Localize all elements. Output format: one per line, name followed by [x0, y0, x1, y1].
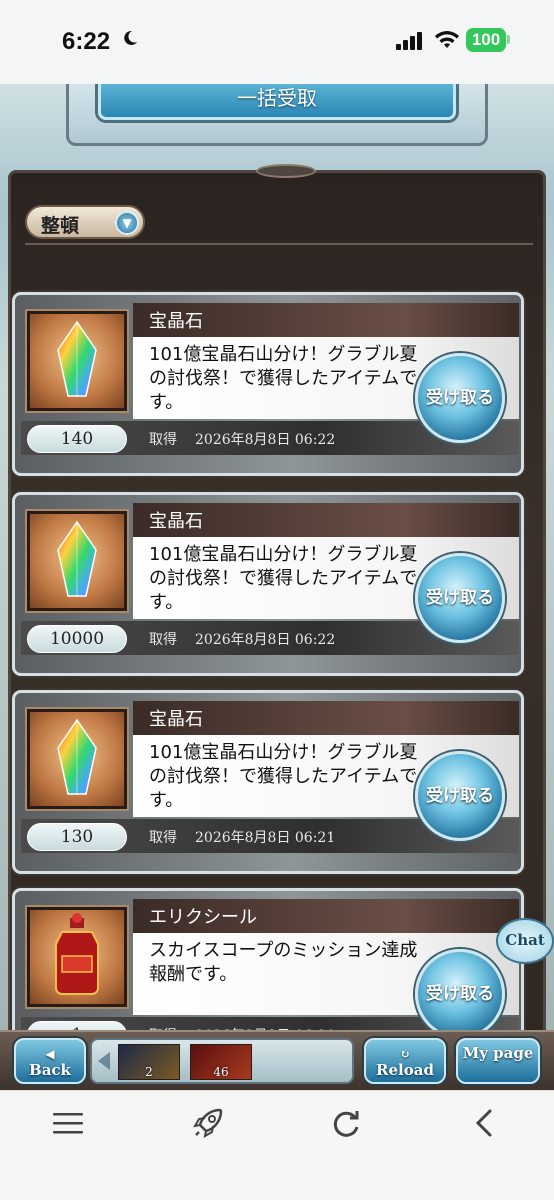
item-description: スカイスコープのミッション達成報酬です。	[149, 940, 418, 985]
receive-button[interactable]: 受け取る	[415, 949, 505, 1039]
reload-icon: ↻	[399, 1047, 411, 1061]
game-view: 一括受取 整頓 ▼ 宝晶石 101億宝晶石山分け！グラブル夏の討伐祭！で獲得した…	[0, 84, 554, 1090]
reload-label: Reload	[376, 1061, 434, 1079]
divider	[25, 243, 533, 245]
obtained-timestamp: 2026年8月8日 06:21	[195, 830, 336, 846]
obtained-timestamp: 2026年8月8日 06:22	[195, 432, 336, 448]
item-description: 101億宝晶石山分け！グラブル夏の討伐祭！で獲得したアイテムです。	[149, 344, 418, 413]
chat-button[interactable]: Chat	[496, 918, 554, 964]
crystal-icon	[27, 511, 127, 611]
present-item-card: 宝晶石 101億宝晶石山分け！グラブル夏の討伐祭！で獲得したアイテムです。 10…	[12, 492, 524, 676]
status-bar: 6:22 100	[0, 0, 554, 84]
elixir-bottle-icon	[27, 907, 127, 1007]
browser-toolbar	[0, 1090, 554, 1200]
refresh-icon[interactable]	[328, 1105, 364, 1141]
tray-item-count: 46	[213, 1065, 229, 1079]
summon-item-icon[interactable]: 2	[118, 1044, 180, 1080]
obtained-timestamp: 2026年8月8日 06:22	[195, 632, 336, 648]
crystal-icon	[27, 709, 127, 809]
receive-button[interactable]: 受け取る	[415, 553, 505, 643]
item-quantity: 130	[27, 823, 127, 851]
game-nav-bar: ◀ Back 2 46 ↻ Reload My page	[0, 1030, 554, 1090]
obtained-label: 取得	[149, 632, 177, 648]
item-name: 宝晶石	[149, 709, 203, 730]
obtained-label: 取得	[149, 830, 177, 846]
tray-item-count: 2	[145, 1065, 153, 1079]
item-quantity: 10000	[27, 625, 127, 653]
sort-button[interactable]: 整頓 ▼	[25, 205, 145, 239]
battery-tip	[507, 35, 510, 44]
rocket-icon[interactable]	[190, 1105, 226, 1141]
event-item-icon[interactable]: 46	[190, 1044, 252, 1080]
battery-indicator: 100	[466, 28, 506, 52]
back-label: Back	[29, 1061, 71, 1079]
moon-icon	[124, 30, 137, 45]
mypage-label: My page	[462, 1044, 534, 1062]
item-tray: 2 46	[90, 1038, 354, 1084]
mypage-button[interactable]: My page	[456, 1038, 540, 1084]
back-arrow-icon: ◀	[45, 1047, 55, 1061]
back-chevron-icon[interactable]	[466, 1105, 502, 1141]
frame-ornament	[256, 164, 316, 178]
present-item-card: 宝晶石 101億宝晶石山分け！グラブル夏の討伐祭！で獲得したアイテムです。 13…	[12, 690, 524, 874]
receive-button[interactable]: 受け取る	[415, 751, 505, 841]
back-button[interactable]: ◀ Back	[14, 1038, 86, 1084]
sort-label: 整頓	[41, 215, 80, 237]
tray-left-arrow-icon[interactable]	[98, 1052, 110, 1070]
crystal-icon	[27, 311, 127, 411]
cellular-signal-icon	[396, 32, 422, 50]
item-name: 宝晶石	[149, 311, 203, 332]
item-name: 宝晶石	[149, 511, 203, 532]
chevron-down-icon: ▼	[115, 211, 139, 235]
reload-button[interactable]: ↻ Reload	[364, 1038, 446, 1084]
present-item-card: 宝晶石 101億宝晶石山分け！グラブル夏の討伐祭！で獲得したアイテムです。 14…	[12, 292, 524, 476]
wifi-icon	[435, 31, 459, 48]
status-time: 6:22	[62, 28, 111, 55]
receive-button[interactable]: 受け取る	[415, 353, 505, 443]
item-description: 101億宝晶石山分け！グラブル夏の討伐祭！で獲得したアイテムです。	[149, 742, 418, 811]
obtained-label: 取得	[149, 432, 177, 448]
item-description: 101億宝晶石山分け！グラブル夏の討伐祭！で獲得したアイテムです。	[149, 544, 418, 613]
menu-icon[interactable]	[50, 1105, 86, 1141]
bulk-receive-button[interactable]: 一括受取	[98, 84, 456, 120]
item-quantity: 140	[27, 425, 127, 453]
item-name: エリクシール	[149, 907, 257, 928]
